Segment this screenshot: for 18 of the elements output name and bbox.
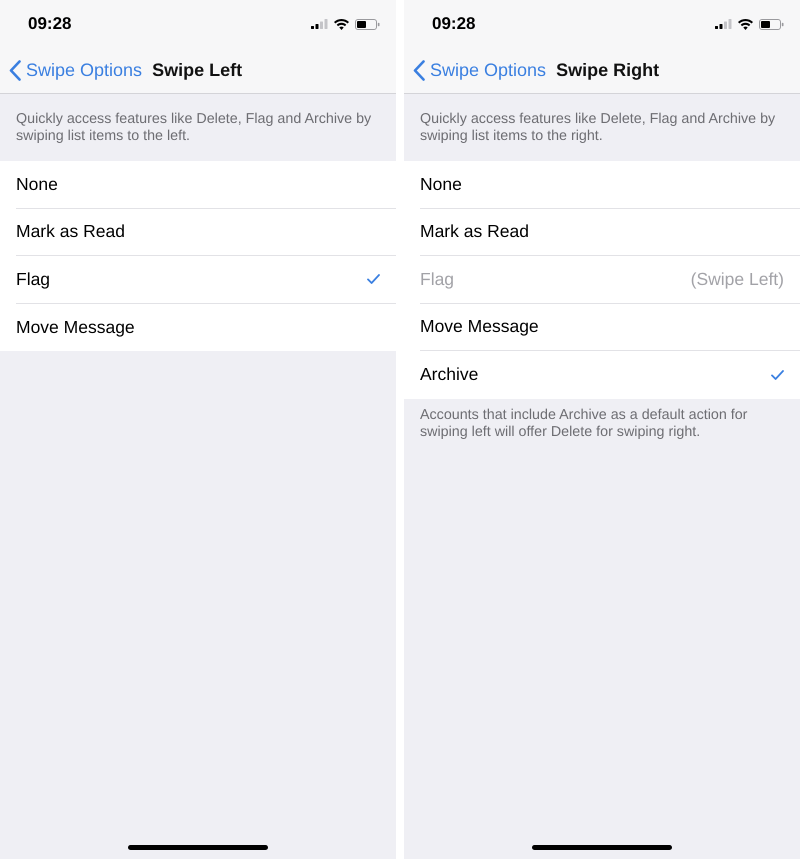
battery-icon (759, 18, 784, 30)
description-text: Quickly access features like Delete, Flag and Archive by swiping list items to the left. (15, 110, 372, 146)
nav-title: Swipe Right (556, 60, 660, 81)
back-button[interactable]: Swipe Options (9, 60, 142, 81)
battery-icon (355, 18, 380, 30)
nav-title: Swipe Left (152, 60, 242, 81)
wifi-icon (738, 18, 753, 30)
signal-icon (715, 19, 732, 29)
signal-icon (311, 19, 328, 29)
back-button[interactable]: Swipe Options (413, 60, 546, 81)
status-time: 09:28 (28, 14, 72, 34)
wifi-icon (334, 18, 349, 30)
chevron-left-icon (9, 60, 21, 81)
chevron-left-icon (413, 60, 425, 81)
status-time: 09:28 (432, 14, 476, 34)
description-text: Quickly access features like Delete, Flag and Archive by swiping list items to the right. (419, 110, 776, 146)
option-detail: (Swipe Left) (690, 268, 784, 290)
footer-text: Accounts that include Archive as a default action for swiping left will offer Delete for swiping right. (419, 406, 748, 440)
